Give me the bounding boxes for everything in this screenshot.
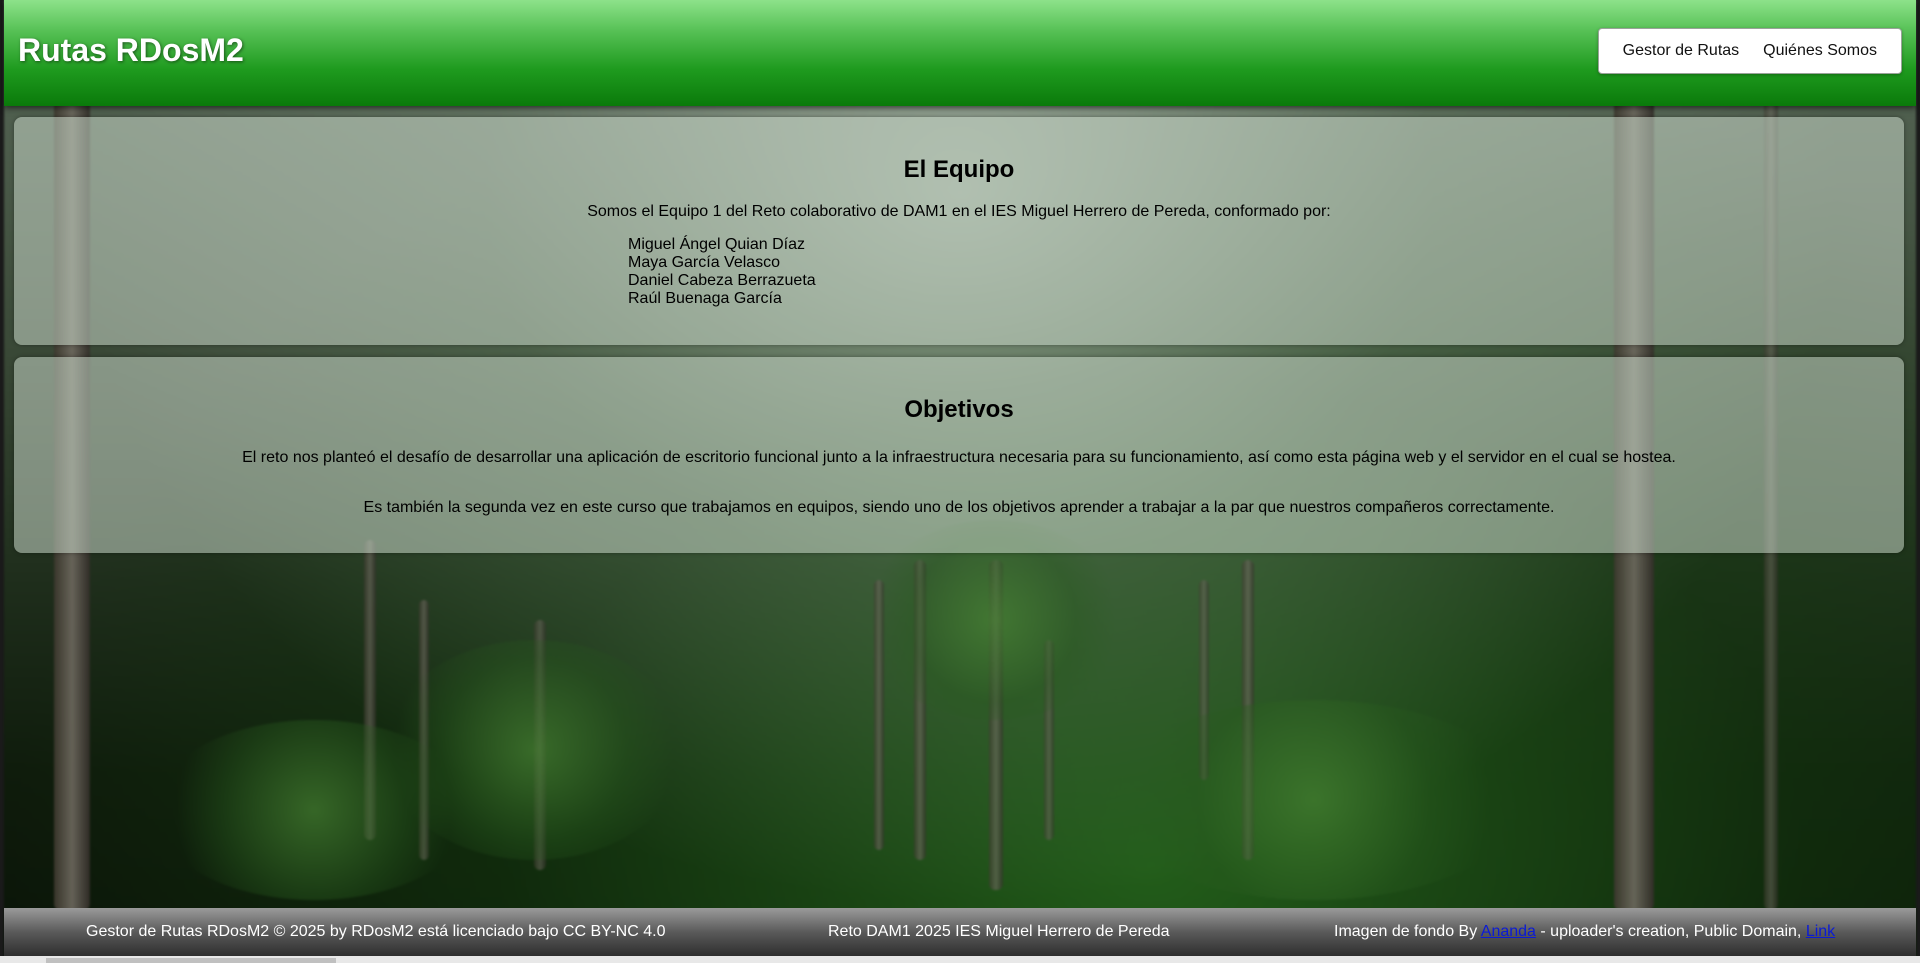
team-member: Daniel Cabeza Berrazueta (628, 272, 816, 289)
objectives-paragraph-2: Es también la segunda vez en este curso … (363, 499, 1555, 516)
site-title[interactable]: Rutas RDosM2 (18, 32, 244, 69)
nav-link-gestor-rutas[interactable]: Gestor de Rutas (1611, 42, 1752, 60)
scrollbar-thumb[interactable] (46, 958, 336, 963)
page: Rutas RDosM2 Gestor de Rutas Quiénes Som… (0, 0, 1920, 963)
credit-middle: - uploader's creation, Public Domain, (1535, 923, 1806, 940)
credit-author-link[interactable]: Ananda (1481, 923, 1536, 940)
team-member: Miguel Ángel Quian Díaz (628, 236, 805, 253)
team-section: El Equipo Somos el Equipo 1 del Reto col… (14, 117, 1904, 345)
team-member: Raúl Buenaga García (628, 290, 782, 307)
team-heading: El Equipo (903, 156, 1015, 183)
objectives-paragraph-1: El reto nos planteó el desafío de desarr… (242, 449, 1676, 466)
footer-center-text: Reto DAM1 2025 IES Miguel Herrero de Per… (828, 923, 1170, 940)
credit-source-link[interactable]: Link (1806, 923, 1835, 940)
nav-link-quienes-somos[interactable]: Quiénes Somos (1751, 42, 1889, 60)
team-member-list: Miguel Ángel Quian Díaz Maya García Vela… (628, 236, 816, 308)
site-header: Rutas RDosM2 Gestor de Rutas Quiénes Som… (4, 0, 1916, 106)
credit-prefix: Imagen de fondo By (1334, 923, 1481, 940)
main-nav: Gestor de Rutas Quiénes Somos (1597, 28, 1902, 74)
team-intro: Somos el Equipo 1 del Reto colaborativo … (587, 203, 1331, 220)
site-footer: Gestor de Rutas RDosM2 © 2025 by RDosM2 … (4, 908, 1916, 956)
objectives-section: Objetivos El reto nos planteó el desafío… (14, 357, 1904, 553)
footer-image-credit: Imagen de fondo By Ananda - uploader's c… (1334, 923, 1835, 941)
footer-license: Gestor de Rutas RDosM2 © 2025 by RDosM2 … (86, 923, 666, 940)
team-member: Maya García Velasco (628, 254, 781, 271)
objectives-heading: Objetivos (904, 396, 1014, 423)
